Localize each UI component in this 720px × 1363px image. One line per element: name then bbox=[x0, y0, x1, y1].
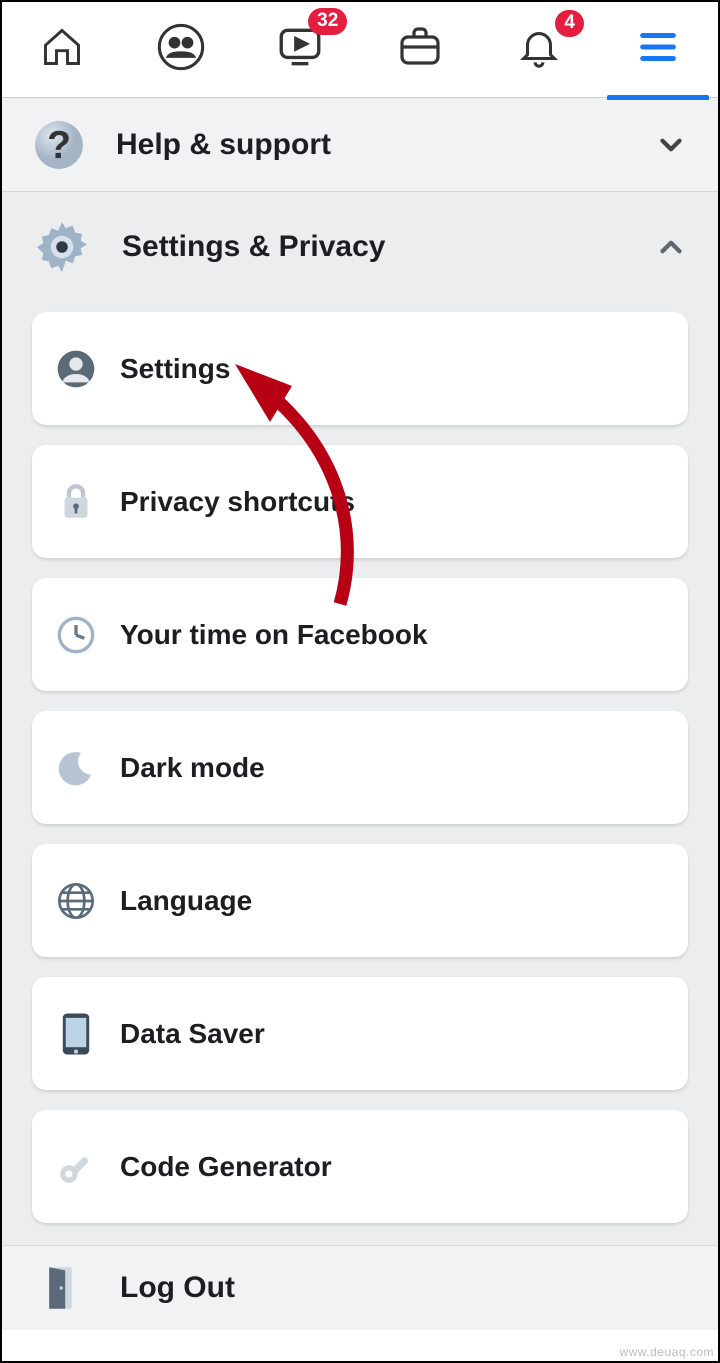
chevron-up-icon bbox=[654, 230, 688, 264]
item-settings[interactable]: Settings bbox=[32, 312, 688, 425]
video-icon: 32 bbox=[275, 22, 325, 77]
item-your-time[interactable]: Your time on Facebook bbox=[32, 578, 688, 691]
person-icon bbox=[54, 347, 98, 391]
videos-badge: 32 bbox=[308, 8, 347, 35]
nav-videos[interactable]: 32 bbox=[241, 2, 359, 98]
item-label: Settings bbox=[120, 353, 230, 385]
section-help-support[interactable]: ? Help & support bbox=[2, 98, 718, 192]
item-label: Your time on Facebook bbox=[120, 619, 428, 651]
item-label: Dark mode bbox=[120, 752, 265, 784]
item-code-generator[interactable]: Code Generator bbox=[32, 1110, 688, 1223]
key-icon bbox=[54, 1145, 98, 1189]
nav-notifications[interactable]: 4 bbox=[480, 2, 598, 98]
nav-groups[interactable] bbox=[122, 2, 240, 98]
settings-items: Settings Privacy shortcuts Your time on … bbox=[2, 302, 718, 1245]
top-nav: 32 4 bbox=[2, 2, 718, 98]
item-label: Data Saver bbox=[120, 1018, 265, 1050]
nav-menu[interactable] bbox=[599, 2, 717, 98]
phone-icon bbox=[54, 1012, 98, 1056]
globe-icon bbox=[54, 879, 98, 923]
briefcase-icon bbox=[396, 23, 444, 76]
item-label: Privacy shortcuts bbox=[120, 486, 355, 518]
section-settings-privacy[interactable]: Settings & Privacy bbox=[2, 192, 718, 302]
chevron-down-icon bbox=[654, 128, 688, 162]
active-indicator bbox=[607, 95, 709, 100]
section-title: Help & support bbox=[116, 128, 654, 162]
menu-icon bbox=[635, 24, 681, 75]
item-privacy-shortcuts[interactable]: Privacy shortcuts bbox=[32, 445, 688, 558]
svg-text:?: ? bbox=[47, 124, 71, 167]
item-data-saver[interactable]: Data Saver bbox=[32, 977, 688, 1090]
nav-jobs[interactable] bbox=[361, 2, 479, 98]
item-language[interactable]: Language bbox=[32, 844, 688, 957]
notifications-badge: 4 bbox=[555, 10, 584, 37]
home-icon bbox=[40, 25, 84, 74]
people-icon bbox=[155, 21, 207, 78]
logout-row[interactable]: Log Out bbox=[2, 1245, 718, 1330]
door-icon bbox=[40, 1266, 84, 1310]
logout-label: Log Out bbox=[120, 1271, 235, 1305]
moon-icon bbox=[54, 746, 98, 790]
item-label: Language bbox=[120, 885, 252, 917]
lock-icon bbox=[54, 480, 98, 524]
question-icon: ? bbox=[32, 118, 86, 172]
item-dark-mode[interactable]: Dark mode bbox=[32, 711, 688, 824]
watermark: www.deuaq.com bbox=[619, 1345, 714, 1359]
bell-icon: 4 bbox=[516, 24, 562, 75]
gear-icon bbox=[32, 217, 92, 277]
nav-home[interactable] bbox=[3, 2, 121, 98]
clock-icon bbox=[54, 613, 98, 657]
section-title: Settings & Privacy bbox=[122, 230, 654, 264]
item-label: Code Generator bbox=[120, 1151, 332, 1183]
